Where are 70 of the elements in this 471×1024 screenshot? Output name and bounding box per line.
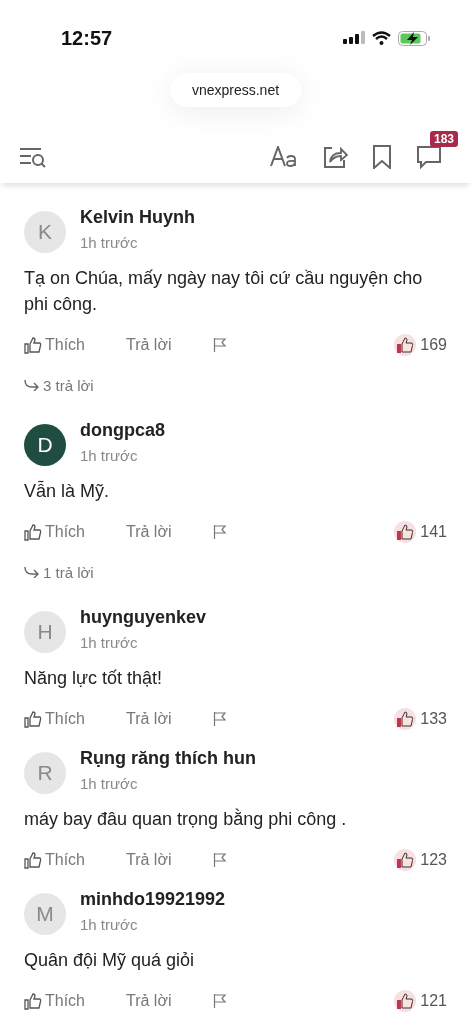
comment-text: máy bay đâu quan trọng bằng phi công . (24, 807, 348, 831)
like-count: 169 (420, 336, 447, 354)
status-time: 12:57 (61, 26, 114, 50)
like-count: 123 (420, 851, 447, 869)
comment-time: 1h trước (80, 915, 138, 935)
flag-icon (213, 337, 227, 353)
replies-link[interactable]: 3 trả lời (24, 372, 94, 398)
user-avatar: M (24, 893, 66, 935)
user-avatar: D (24, 424, 66, 466)
comment-text: Tạ on Chúa, mấy ngày nay tôi cứ cầu nguyện cho phi công. (24, 267, 424, 316)
like-reaction-icon (394, 708, 417, 730)
like-button[interactable]: Thích (24, 523, 126, 541)
reply-button[interactable]: Trả lời (126, 523, 213, 541)
report-button[interactable] (213, 524, 227, 540)
like-button[interactable]: Thích (24, 336, 126, 354)
like-button[interactable]: Thích (24, 992, 126, 1010)
user-avatar: K (24, 211, 66, 253)
comment-text: Vẫn là Mỹ. (24, 479, 111, 503)
comment-time: 1h trước (80, 446, 138, 466)
report-button[interactable] (213, 337, 227, 353)
report-button[interactable] (213, 711, 227, 727)
thumbs-up-icon (24, 710, 42, 728)
font-size-icon[interactable] (270, 146, 298, 168)
author-name[interactable]: huynguyenkev (80, 605, 207, 629)
reply-arrow-icon (24, 379, 40, 391)
signal-icon (343, 31, 365, 45)
flag-icon (213, 852, 227, 868)
thumbs-up-icon (24, 992, 42, 1010)
comment-time: 1h trước (80, 633, 138, 653)
reply-button[interactable]: Trả lời (126, 992, 213, 1010)
flag-icon (213, 993, 227, 1009)
comment-icon[interactable] (416, 145, 442, 169)
thumbs-up-icon (24, 523, 42, 541)
author-name[interactable]: minhdo19921992 (80, 887, 226, 911)
user-avatar: R (24, 752, 66, 794)
like-button[interactable]: Thích (24, 851, 126, 869)
reply-button[interactable]: Trả lời (126, 851, 213, 869)
battery-charging-icon (398, 30, 431, 46)
comment-count-badge: 183 (430, 131, 459, 147)
reply-arrow-icon (24, 566, 40, 578)
like-button[interactable]: Thích (24, 710, 126, 728)
menu-search-icon[interactable] (19, 146, 47, 168)
report-button[interactable] (213, 993, 227, 1009)
like-reaction-icon (394, 990, 417, 1012)
wifi-icon (372, 31, 391, 45)
reply-button[interactable]: Trả lời (126, 336, 213, 354)
author-name[interactable]: dongpca8 (80, 418, 165, 442)
comment-text: Quân đội Mỹ quá giỏi (24, 949, 196, 972)
comment-text: Năng lực tốt thật! (24, 667, 164, 690)
flag-icon (213, 524, 227, 540)
flag-icon (213, 711, 227, 727)
comment-time: 1h trước (80, 233, 138, 253)
author-name[interactable]: Rụng răng thích hun (80, 746, 256, 770)
bookmark-icon[interactable] (372, 145, 392, 169)
thumbs-up-icon (24, 851, 42, 869)
like-reaction-icon (394, 849, 417, 871)
like-count: 133 (420, 710, 447, 728)
like-reaction-icon (394, 334, 417, 356)
author-name[interactable]: Kelvin Huynh (80, 205, 195, 229)
like-reaction-icon (394, 521, 417, 543)
comment-time: 1h trước (80, 774, 138, 794)
url-bar[interactable]: vnexpress.net (169, 73, 302, 107)
like-count: 141 (420, 523, 447, 541)
like-count: 121 (420, 992, 447, 1010)
report-button[interactable] (213, 852, 227, 868)
thumbs-up-icon (24, 336, 42, 354)
replies-link[interactable]: 1 trả lời (24, 559, 94, 585)
reply-button[interactable]: Trả lời (126, 710, 213, 728)
user-avatar: H (24, 611, 66, 653)
share-icon[interactable] (322, 145, 348, 169)
